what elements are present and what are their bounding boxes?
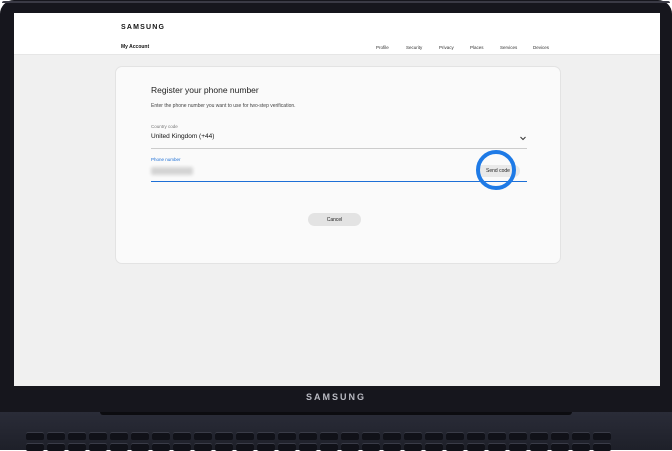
key	[110, 432, 128, 440]
nav-privacy[interactable]: Privacy	[439, 45, 454, 50]
country-code-label: Country code	[151, 124, 178, 129]
screen: SAMSUNG My Account Profile Security Priv…	[14, 13, 660, 386]
key	[257, 432, 275, 440]
key	[152, 432, 170, 440]
key	[131, 432, 149, 440]
my-account-link[interactable]: My Account	[121, 44, 149, 50]
phone-number-label: Phone number	[151, 157, 181, 162]
samsung-logo[interactable]: SAMSUNG	[121, 24, 165, 31]
phone-number-underline	[151, 181, 527, 182]
key	[551, 432, 569, 440]
key	[278, 432, 296, 440]
key	[320, 432, 338, 440]
nav-profile[interactable]: Profile	[376, 45, 389, 50]
key	[299, 432, 317, 440]
key	[68, 432, 86, 440]
key	[47, 432, 65, 440]
key	[341, 432, 359, 440]
register-phone-card: Register your phone number Enter the pho…	[115, 66, 561, 264]
highlight-circle	[476, 150, 516, 190]
nav-places[interactable]: Places	[470, 45, 484, 50]
key	[26, 432, 44, 440]
hinge	[100, 412, 572, 415]
chevron-down-icon[interactable]	[519, 134, 527, 142]
key	[446, 432, 464, 440]
bezel-highlight	[2, 1, 670, 3]
key	[194, 432, 212, 440]
header-bar: SAMSUNG My Account Profile Security Priv…	[14, 13, 660, 55]
key	[488, 432, 506, 440]
nav-devices[interactable]: Devices	[533, 45, 549, 50]
key	[89, 432, 107, 440]
key	[383, 432, 401, 440]
laptop-logo: SAMSUNG	[305, 392, 366, 402]
key	[467, 432, 485, 440]
key	[404, 432, 422, 440]
key	[509, 432, 527, 440]
key	[572, 432, 590, 440]
key	[530, 432, 548, 440]
description-text: Enter the phone number you want to use f…	[151, 103, 296, 109]
nav-security[interactable]: Security	[406, 45, 422, 50]
keyboard-row	[26, 432, 611, 440]
key	[425, 432, 443, 440]
key	[215, 432, 233, 440]
cancel-button[interactable]: Cancel	[308, 213, 361, 226]
key	[173, 432, 191, 440]
key	[236, 432, 254, 440]
country-code-underline	[151, 148, 527, 149]
keyboard	[0, 412, 672, 451]
page-title: Register your phone number	[151, 85, 259, 95]
nav-services[interactable]: Services	[500, 45, 517, 50]
country-code-select[interactable]: United Kingdom (+44)	[151, 133, 214, 140]
phone-number-input[interactable]	[151, 167, 193, 175]
key	[362, 432, 380, 440]
key	[593, 432, 611, 440]
